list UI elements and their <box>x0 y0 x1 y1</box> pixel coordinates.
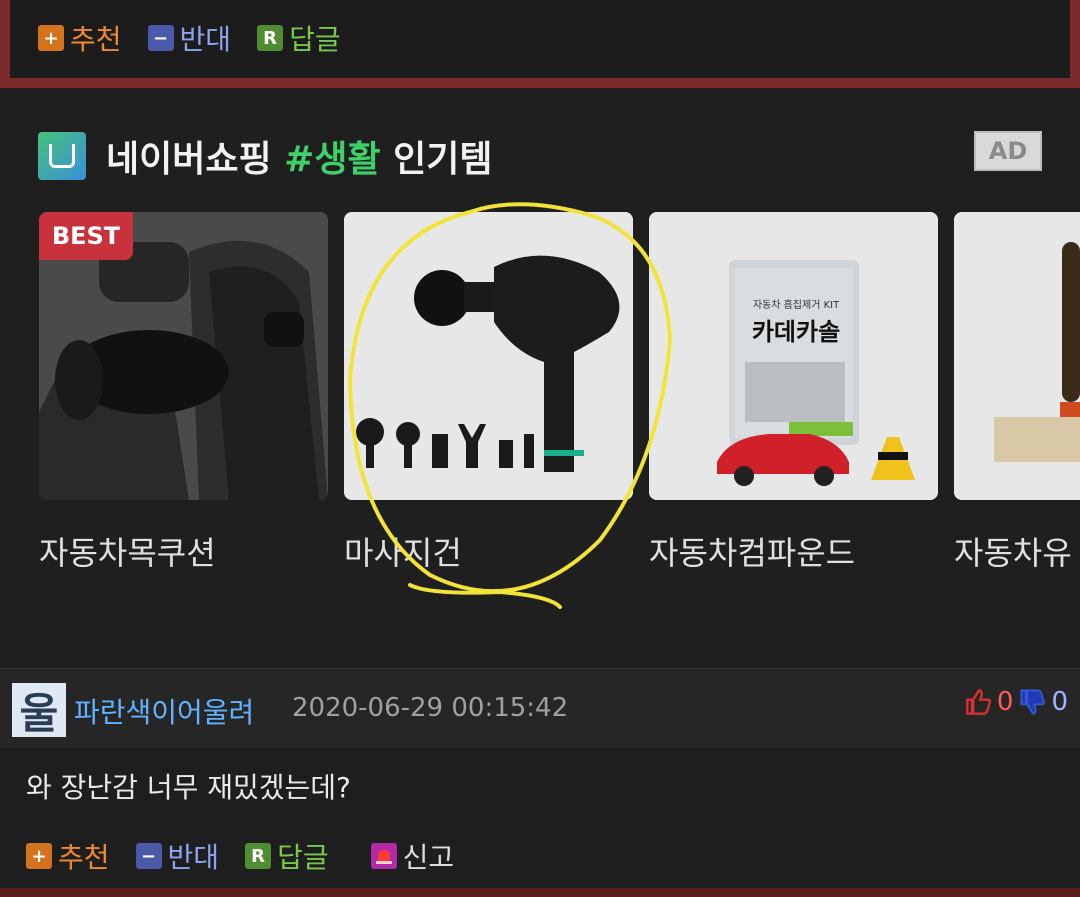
siren-icon <box>370 843 397 869</box>
report-button[interactable]: 신고 <box>370 836 455 876</box>
comment-author[interactable]: 파란색이어울려 <box>74 691 254 731</box>
recommend-label: 추천 <box>58 841 110 874</box>
upvote-count: 0 <box>996 687 1014 717</box>
ad-title-prefix: 네이버쇼핑 <box>106 139 272 180</box>
thumbs-up-icon[interactable] <box>965 688 993 716</box>
action-bar: + 추천 − 반대 R 답글 <box>38 18 367 58</box>
comment-action-bar: + 추천 − 반대 R 답글 신고 <box>26 836 480 876</box>
plus-icon: + <box>26 843 52 869</box>
previous-comment-actions: + 추천 − 반대 R 답글 <box>0 0 1080 88</box>
ad-title-suffix: 인기템 <box>393 139 493 180</box>
reply-icon: R <box>257 25 284 51</box>
ad-title-hashtag[interactable]: #생활 <box>284 139 380 180</box>
avatar[interactable]: 울 <box>12 683 66 738</box>
product-name[interactable]: 자동차컴파운드 <box>649 528 938 574</box>
product-image-neck-cushion[interactable]: BEST <box>39 212 328 500</box>
product-box-small-text: 자동차 흠집제거 KIT <box>752 300 840 311</box>
comment-header: 울 파란색이어울려 2020-06-29 00:15:42 0 0 <box>0 668 1080 748</box>
reply-icon: R <box>245 843 272 869</box>
minus-icon: − <box>147 25 174 51</box>
product-image-car-oil[interactable] <box>954 212 1080 500</box>
reply-label: 답글 <box>289 23 341 56</box>
product-name[interactable]: 자동차유 <box>954 528 1080 574</box>
thumbs-down-icon[interactable] <box>1019 688 1047 716</box>
reply-label: 답글 <box>277 841 329 874</box>
product-carousel[interactable]: BEST 자동차목쿠션 마사지건 자동차 흠집제거 KIT 카데카솔 자동차컴파… <box>39 212 1080 592</box>
naver-shopping-bag-icon <box>38 132 86 180</box>
report-label: 신고 <box>402 841 455 874</box>
ad-badge[interactable]: AD <box>974 131 1042 171</box>
ad-header: 네이버쇼핑 #생활 인기템 <box>38 130 492 182</box>
product-box-big-text: 카데카솔 <box>751 318 841 346</box>
product-image-massage-gun[interactable] <box>344 212 633 500</box>
ad-title: 네이버쇼핑 #생활 인기템 <box>106 130 492 182</box>
comment-votes: 0 0 <box>965 687 1068 717</box>
comment-text: 와 장난감 너무 재밌겠는데? <box>26 771 351 804</box>
plus-icon: + <box>38 25 64 51</box>
oppose-label: 반대 <box>179 23 232 56</box>
reply-button[interactable]: R 답글 <box>245 836 329 876</box>
product-card[interactable]: 자동차 흠집제거 KIT 카데카솔 자동차컴파운드 <box>649 212 938 574</box>
recommend-label: 추천 <box>70 23 122 56</box>
comment-date: 2020-06-29 00:15:42 <box>292 693 569 723</box>
product-image-car-compound[interactable]: 자동차 흠집제거 KIT 카데카솔 <box>649 212 938 500</box>
product-name[interactable]: 마사지건 <box>344 528 633 574</box>
product-name[interactable]: 자동차목쿠션 <box>39 528 328 574</box>
product-card[interactable]: BEST 자동차목쿠션 <box>39 212 328 574</box>
reply-button[interactable]: R 답글 <box>257 18 341 58</box>
downvote-count: 0 <box>1051 687 1068 717</box>
oppose-label: 반대 <box>167 841 220 874</box>
recommend-button[interactable]: + 추천 <box>38 18 122 58</box>
shopping-ad-section: 네이버쇼핑 #생활 인기템 AD BEST 자동차목쿠션 마사지건 자동차 흠집… <box>0 98 1080 668</box>
product-card[interactable]: 마사지건 <box>344 212 633 574</box>
bottom-border <box>0 888 1080 897</box>
minus-icon: − <box>135 843 162 869</box>
recommend-button[interactable]: + 추천 <box>26 836 110 876</box>
product-card[interactable]: 자동차유 <box>954 212 1080 574</box>
oppose-button[interactable]: − 반대 <box>147 18 232 58</box>
oppose-button[interactable]: − 반대 <box>135 836 220 876</box>
best-badge: BEST <box>39 212 133 260</box>
